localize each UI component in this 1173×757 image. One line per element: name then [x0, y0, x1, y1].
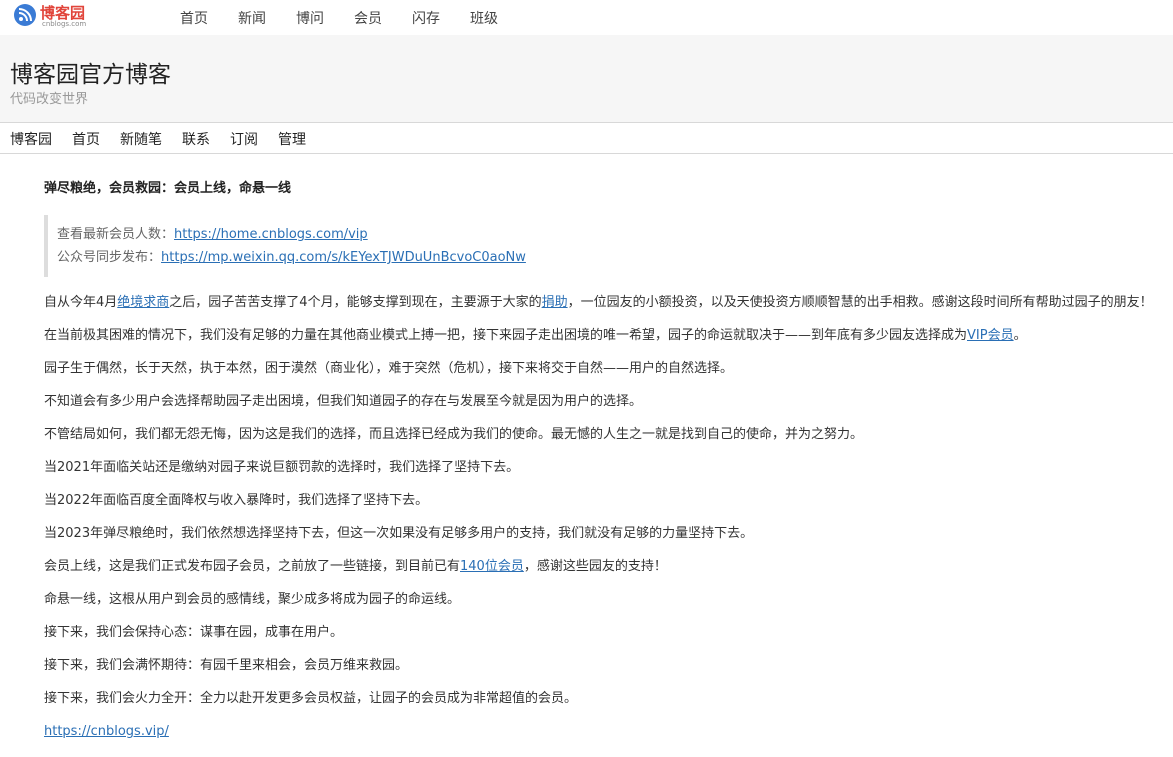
member-count-link[interactable]: 140位会员 [460, 559, 524, 574]
paragraph-11: 接下来，我们会保持心态：谋事在园，成事在用户。 [44, 625, 344, 640]
post-title[interactable]: 弹尽粮绝，会员救园：会员上线，命悬一线 [44, 178, 1169, 200]
paragraph-final-link: https://cnblogs.vip/ [44, 723, 1169, 756]
quote-label-wechat: 公众号同步发布： [57, 250, 162, 265]
vip-member-link[interactable]: VIP会员 [967, 328, 1014, 343]
paragraph-2-text-b: 。 [1013, 328, 1027, 343]
logo-icon [14, 4, 36, 26]
top-nav-item-news[interactable]: 新闻 [238, 8, 266, 28]
paragraph-8: 当2023年弹尽粮绝时，我们依然想选择坚持下去，但这一次如果没有足够多用户的支持… [44, 526, 754, 541]
vip-home-link[interactable]: https://home.cnblogs.com/vip [174, 227, 368, 242]
post-body: 自从今年4月绝境求商之后，园子苦苦支撑了4个月，能够支撑到现在，主要源于大家的捐… [44, 294, 1169, 756]
paragraph-1-text-b: 之后，园子苦苦支撑了4个月，能够支撑到现在，主要源于大家的 [169, 295, 542, 310]
top-nav-item-home[interactable]: 首页 [180, 8, 208, 28]
top-nav: 首页 新闻 博问 会员 闪存 班级 [180, 8, 528, 28]
quote-label-vip: 查看最新会员人数： [57, 227, 175, 242]
top-nav-item-flash[interactable]: 闪存 [412, 8, 440, 28]
wechat-article-link[interactable]: https://mp.weixin.qq.com/s/kEYexTJWDuUnB… [161, 250, 526, 265]
donate-link[interactable]: 捐助 [542, 295, 568, 310]
paragraph-5: 不管结局如何，我们都无怨无悔，因为这是我们的选择，而且选择已经成为我们的使命。最… [44, 427, 864, 442]
blog-subtitle: 代码改变世界 [10, 92, 89, 107]
paragraph-7: 当2022年面临百度全面降权与收入暴降时，我们选择了坚持下去。 [44, 493, 429, 508]
top-nav-item-questions[interactable]: 博问 [296, 8, 324, 28]
blog-title[interactable]: 博客园官方博客 [10, 55, 171, 89]
post: 弹尽粮绝，会员救园：会员上线，命悬一线 查看最新会员人数：https://hom… [44, 178, 1169, 756]
paragraph-9: 会员上线，这是我们正式发布园子会员，之前放了一些链接，到目前已有140位会员，感… [44, 558, 1169, 591]
blog-header: 博客园官方博客 代码改变世界 [0, 35, 1173, 123]
site-top-bar: 博客园 cnblogs.com 首页 新闻 博问 会员 闪存 班级 [0, 0, 1173, 35]
paragraph-6: 当2021年面临关站还是缴纳对园子来说巨额罚款的选择时，我们选择了坚持下去。 [44, 460, 520, 475]
post-quote: 查看最新会员人数：https://home.cnblogs.com/vip 公众… [44, 215, 1169, 277]
top-nav-item-class[interactable]: 班级 [470, 8, 498, 28]
paragraph-1: 自从今年4月绝境求商之后，园子苦苦支撑了4个月，能够支撑到现在，主要源于大家的捐… [44, 294, 1169, 327]
paragraph-13: 接下来，我们会火力全开：全力以赴开发更多会员权益，让园子的会员成为非常超值的会员… [44, 691, 578, 706]
paragraph-12: 接下来，我们会满怀期待：有园千里来相会，会员万维来救园。 [44, 658, 409, 673]
cnblogs-vip-link[interactable]: https://cnblogs.vip/ [44, 724, 169, 739]
paragraph-1-text-a: 自从今年4月 [44, 295, 118, 310]
paragraph-3: 园子生于偶然，长于天然，执于本然，困于漠然（商业化），难于突然（危机），接下来将… [44, 361, 734, 376]
blog-nav-item-cnblogs[interactable]: 博客园 [10, 129, 52, 149]
paragraph-4: 不知道会有多少用户会选择帮助园子走出困境，但我们知道园子的存在与发展至今就是因为… [44, 394, 643, 409]
logo-subtext: cnblogs.com [42, 20, 87, 28]
quote-line-vip: 查看最新会员人数：https://home.cnblogs.com/vip [57, 223, 1169, 246]
paragraph-1-text-c: ，一位园友的小额投资，以及天使投资方顺顺智慧的出手相救。感谢这段时间所有帮助过园… [567, 295, 1153, 310]
blog-nav-item-manage[interactable]: 管理 [278, 129, 306, 149]
blog-nav-item-contact[interactable]: 联系 [182, 129, 210, 149]
site-logo[interactable]: 博客园 cnblogs.com [14, 3, 94, 31]
paragraph-2: 在当前极其困难的情况下，我们没有足够的力量在其他商业模式上搏一把，接下来园子走出… [44, 327, 1169, 360]
blog-nav-item-home[interactable]: 首页 [72, 129, 100, 149]
paragraph-2-text-a: 在当前极其困难的情况下，我们没有足够的力量在其他商业模式上搏一把，接下来园子走出… [44, 328, 968, 343]
desperate-call-link[interactable]: 绝境求商 [117, 295, 169, 310]
blog-nav: 博客园 首页 新随笔 联系 订阅 管理 [0, 124, 1173, 154]
blog-nav-item-subscribe[interactable]: 订阅 [230, 129, 258, 149]
quote-line-wechat: 公众号同步发布：https://mp.weixin.qq.com/s/kEYex… [57, 246, 1169, 269]
paragraph-10: 命悬一线，这根从用户到会员的感情线，聚少成多将成为园子的命运线。 [44, 592, 461, 607]
blog-nav-item-new-post[interactable]: 新随笔 [120, 129, 162, 149]
top-nav-item-vip[interactable]: 会员 [354, 8, 382, 28]
paragraph-9-text-b: ，感谢这些园友的支持！ [523, 559, 667, 574]
paragraph-9-text-a: 会员上线，这是我们正式发布园子会员，之前放了一些链接，到目前已有 [44, 559, 461, 574]
